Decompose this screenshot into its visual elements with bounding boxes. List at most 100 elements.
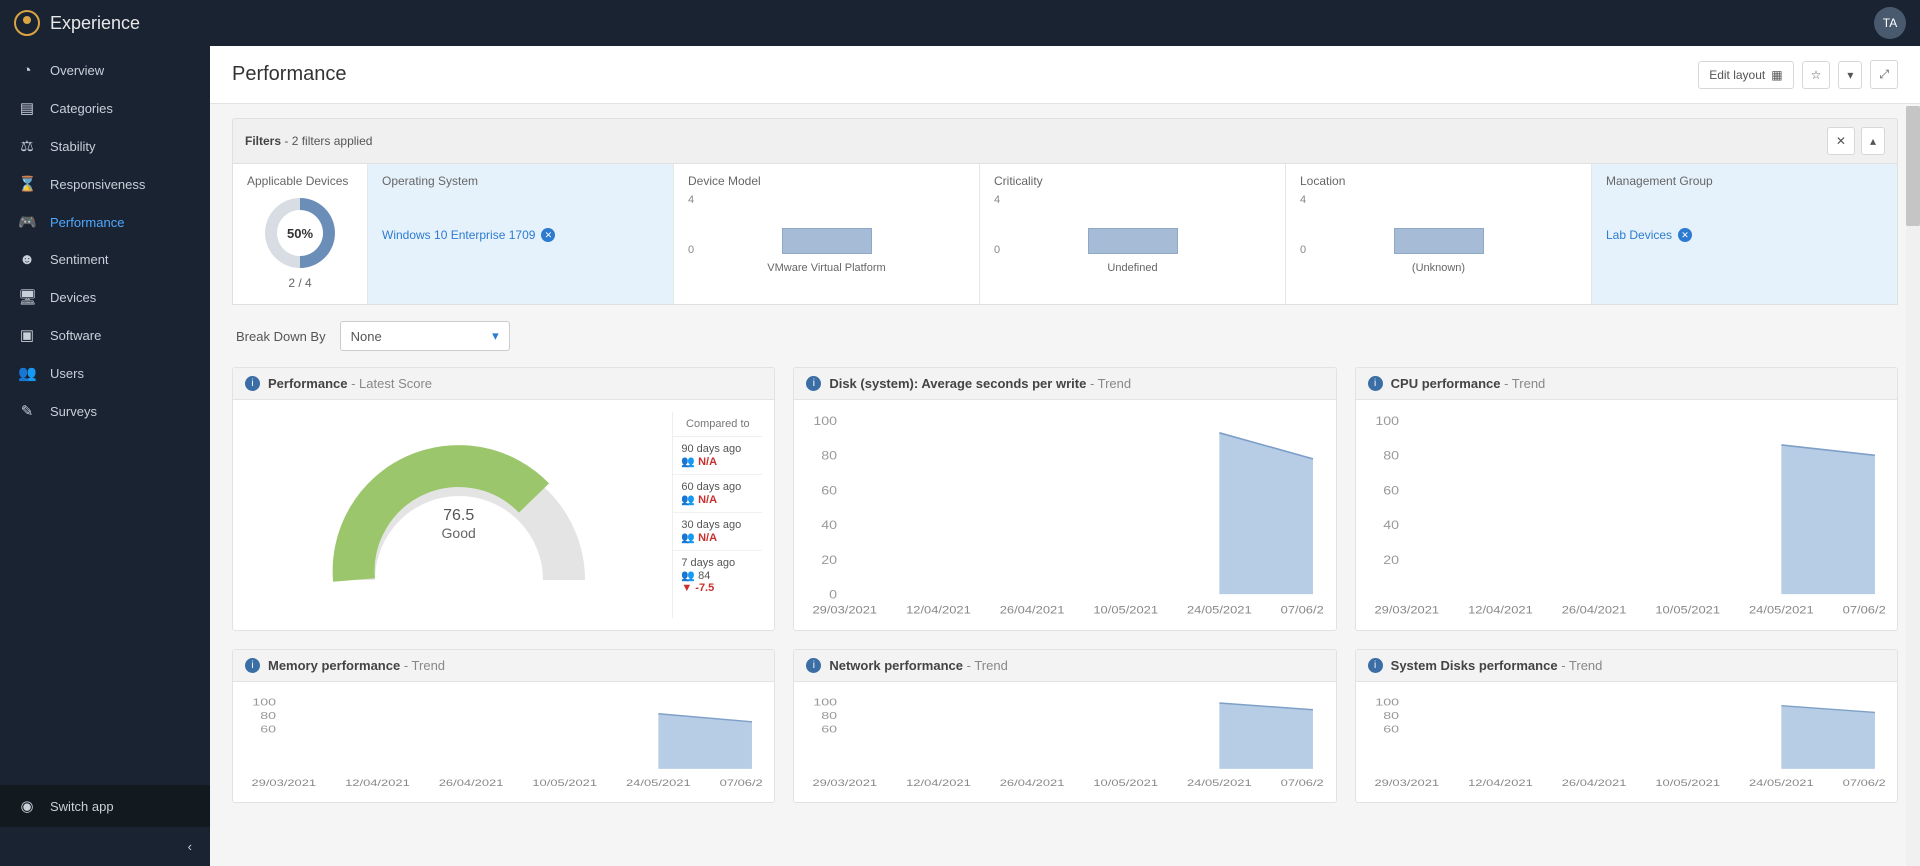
- favorite-button[interactable]: ☆: [1802, 61, 1831, 89]
- compare-row: 60 days ago👥 N/A: [673, 475, 762, 513]
- clear-filters-button[interactable]: ✕: [1827, 127, 1855, 155]
- dm-label: VMware Virtual Platform: [688, 262, 965, 274]
- device-model-title: Device Model: [688, 174, 965, 188]
- svg-text:12/04/2021: 12/04/2021: [345, 779, 410, 789]
- os-chip: Windows 10 Enterprise 1709 ✕: [382, 228, 555, 242]
- applicable-title: Applicable Devices: [247, 174, 353, 188]
- svg-text:80: 80: [260, 710, 276, 722]
- svg-text:40: 40: [1383, 518, 1399, 532]
- svg-text:07/06/2021: 07/06/2021: [1281, 779, 1324, 789]
- responsiveness-icon: ⌛: [18, 175, 36, 193]
- breakdown-select[interactable]: None ▾: [340, 321, 510, 351]
- filter-applicable-devices[interactable]: Applicable Devices 50% 2 / 4: [233, 164, 368, 304]
- switch-app[interactable]: ◉ Switch app: [0, 785, 210, 827]
- chevron-up-icon: ▴: [1870, 134, 1876, 148]
- cmp-title: 7 days ago: [681, 557, 754, 569]
- expand-button[interactable]: ⤢: [1870, 60, 1898, 89]
- sidebar-item-users[interactable]: 👥Users: [0, 354, 210, 392]
- svg-text:12/04/2021: 12/04/2021: [1468, 604, 1533, 617]
- scrollbar-thumb[interactable]: [1906, 106, 1920, 226]
- cmp-title: 30 days ago: [681, 519, 754, 531]
- info-icon[interactable]: i: [1368, 376, 1383, 391]
- brand-text: Experience: [50, 13, 140, 34]
- cmp-icon: 👥: [681, 570, 695, 582]
- svg-text:80: 80: [1383, 449, 1399, 463]
- filter-operating-system[interactable]: Operating System Windows 10 Enterprise 1…: [368, 164, 674, 304]
- gauge-value: 76.5: [442, 507, 476, 525]
- info-icon[interactable]: i: [806, 376, 821, 391]
- sidebar-item-label: Users: [50, 366, 84, 381]
- info-icon[interactable]: i: [245, 376, 260, 391]
- sidebar-item-categories[interactable]: ▤Categories: [0, 89, 210, 127]
- surveys-icon: ✎: [18, 402, 36, 420]
- info-icon[interactable]: i: [245, 658, 260, 673]
- edit-layout-button[interactable]: Edit layout ▦: [1698, 61, 1793, 89]
- filter-device-model[interactable]: Device Model 4 0 VMware Virtual Platform: [674, 164, 980, 304]
- svg-text:100: 100: [814, 414, 838, 428]
- svg-text:100: 100: [1375, 414, 1399, 428]
- card-suffix: - Trend: [967, 658, 1008, 673]
- filter-management-group[interactable]: Management Group Lab Devices ✕: [1592, 164, 1897, 304]
- os-chip-remove[interactable]: ✕: [541, 228, 555, 242]
- sidebar-item-responsiveness[interactable]: ⌛Responsiveness: [0, 165, 210, 203]
- card-memory: i Memory performance - Trend 608010029/0…: [232, 649, 775, 803]
- sidebar-item-label: Surveys: [50, 404, 97, 419]
- page-header: Performance Edit layout ▦ ☆ ▾ ⤢: [210, 46, 1920, 104]
- cmp-icon: 👥: [681, 456, 695, 468]
- chevron-down-icon: ▾: [1847, 68, 1853, 82]
- svg-text:40: 40: [822, 518, 838, 532]
- card-title: Memory performance: [268, 658, 400, 673]
- gauge-title: Performance: [268, 376, 347, 391]
- svg-text:80: 80: [822, 710, 838, 722]
- mgmt-chip-remove[interactable]: ✕: [1678, 228, 1692, 242]
- filters-applied: 2 filters applied: [292, 134, 373, 148]
- sidebar-item-software[interactable]: ▣Software: [0, 316, 210, 354]
- sidebar-item-overview[interactable]: ◔Overview: [0, 52, 210, 89]
- software-icon: ▣: [18, 326, 36, 344]
- mgmt-chip-label: Lab Devices: [1606, 228, 1672, 242]
- svg-text:07/06/2021: 07/06/2021: [1281, 604, 1324, 617]
- gauge-suffix: - Latest Score: [351, 376, 432, 391]
- svg-text:10/05/2021: 10/05/2021: [532, 779, 597, 789]
- svg-text:20: 20: [822, 553, 838, 567]
- info-icon[interactable]: i: [1368, 658, 1383, 673]
- stability-icon: ⚖: [18, 137, 36, 155]
- location-title: Location: [1300, 174, 1577, 188]
- compare-row: 90 days ago👥 N/A: [673, 437, 762, 475]
- chevron-left-icon: ‹: [188, 839, 192, 854]
- star-icon: ☆: [1811, 68, 1822, 82]
- lo-bar: [1394, 228, 1484, 254]
- sidebar-item-sentiment[interactable]: ☻Sentiment: [0, 241, 210, 278]
- svg-text:12/04/2021: 12/04/2021: [1468, 779, 1533, 789]
- filter-location[interactable]: Location 4 0 (Unknown): [1286, 164, 1592, 304]
- sidebar-item-performance[interactable]: 🎮Performance: [0, 203, 210, 241]
- cr-ymin: 0: [994, 244, 1000, 256]
- breakdown-value: None: [351, 329, 382, 344]
- svg-text:24/05/2021: 24/05/2021: [1749, 779, 1814, 789]
- cards-grid: i Performance - Latest Score 76.5 Good: [232, 367, 1898, 803]
- topbar: Experience TA: [0, 0, 1920, 46]
- scrollbar[interactable]: [1906, 106, 1920, 866]
- sidebar-item-surveys[interactable]: ✎ Surveys: [0, 392, 210, 430]
- trend-chart: 02040608010029/03/202112/04/202126/04/20…: [794, 400, 1335, 630]
- cmp-val: N/A: [698, 532, 717, 544]
- compare-row: 7 days ago👥 84▼ -7.5: [673, 551, 762, 600]
- compared-label: Compared to: [673, 412, 762, 437]
- cmp-title: 90 days ago: [681, 443, 754, 455]
- filter-criticality[interactable]: Criticality 4 0 Undefined: [980, 164, 1286, 304]
- sidebar-item-devices[interactable]: 🖥Devices: [0, 278, 210, 316]
- trend-chart: 608010029/03/202112/04/202126/04/202110/…: [1356, 682, 1897, 802]
- svg-text:20: 20: [1383, 553, 1399, 567]
- sidebar-collapse[interactable]: ‹: [0, 827, 210, 866]
- sidebar-item-stability[interactable]: ⚖Stability: [0, 127, 210, 165]
- avatar[interactable]: TA: [1874, 7, 1906, 39]
- applicable-sub: 2 / 4: [288, 276, 311, 290]
- favorite-dropdown[interactable]: ▾: [1838, 61, 1862, 89]
- sidebar-item-label: Overview: [50, 63, 104, 78]
- compare-row: 30 days ago👥 N/A: [673, 513, 762, 551]
- lo-ymax: 4: [1300, 194, 1306, 206]
- info-icon[interactable]: i: [806, 658, 821, 673]
- cmp-icon: 👥: [681, 532, 695, 544]
- edit-layout-label: Edit layout: [1709, 68, 1765, 82]
- collapse-filters-button[interactable]: ▴: [1861, 127, 1885, 155]
